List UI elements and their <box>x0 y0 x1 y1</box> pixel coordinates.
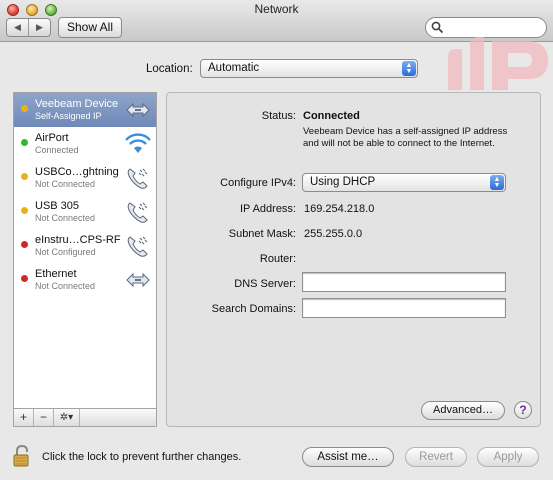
service-status: Not Connected <box>35 179 96 189</box>
ethernet-icon <box>126 272 150 288</box>
configure-ipv4-value: Using DHCP <box>310 176 376 188</box>
service-item-einstru[interactable]: eInstru…CPS-RF Not Configured <box>14 229 156 263</box>
service-status: Self-Assigned IP <box>35 111 102 121</box>
select-arrows-icon: ▲ ▼ <box>490 175 504 190</box>
location-select[interactable]: Automatic ▲ ▼ <box>200 59 418 78</box>
revert-button[interactable]: Revert <box>405 447 467 467</box>
search-domains-field[interactable] <box>302 298 506 318</box>
service-name: USBCo…ghtning <box>35 166 119 178</box>
service-status: Not Connected <box>35 281 96 291</box>
select-arrows-icon: ▲ ▼ <box>402 61 416 76</box>
add-service-button[interactable]: + <box>14 409 34 426</box>
forward-button[interactable]: ▶ <box>28 19 50 36</box>
service-name: USB 305 <box>35 200 80 212</box>
status-dot <box>21 275 28 282</box>
location-label: Location: <box>146 63 193 75</box>
lock-icon[interactable] <box>12 444 32 468</box>
ethernet-icon <box>126 102 150 118</box>
status-dot <box>21 207 28 214</box>
service-status: Not Connected <box>35 213 96 223</box>
status-dot <box>21 139 28 146</box>
dns-server-label: DNS Server: <box>234 278 296 290</box>
search-field[interactable] <box>425 17 547 38</box>
service-name: AirPort <box>35 132 69 144</box>
back-button[interactable]: ◀ <box>7 19 28 36</box>
service-name: Veebeam Device <box>35 98 119 110</box>
window-title: Network <box>254 2 299 16</box>
status-label: Status: <box>261 110 296 122</box>
title-bar: Network ◀ ▶ Show All <box>0 0 553 42</box>
router-label: Router: <box>259 253 296 265</box>
status-description: Veebeam Device has a self-assigned IP ad… <box>303 126 508 149</box>
watermark-logo <box>448 37 548 90</box>
configure-ipv4-label: Configure IPv4: <box>220 177 296 189</box>
status-dot <box>21 173 28 180</box>
search-domains-label: Search Domains: <box>211 303 296 315</box>
subnet-mask-value: 255.255.0.0 <box>304 228 363 240</box>
services-list: Veebeam Device Self-Assigned IP AirPort … <box>13 92 157 409</box>
service-name: eInstru…CPS-RF <box>35 234 121 246</box>
wifi-icon <box>125 133 151 153</box>
status-dot <box>21 241 28 248</box>
phone-icon <box>127 236 148 257</box>
lock-message: Click the lock to prevent further change… <box>42 451 242 463</box>
configure-ipv4-select[interactable]: Using DHCP ▲ ▼ <box>302 173 506 192</box>
help-button[interactable]: ? <box>514 401 532 419</box>
service-item-veebeam[interactable]: Veebeam Device Self-Assigned IP <box>14 93 156 127</box>
phone-icon <box>127 168 148 189</box>
apply-button[interactable]: Apply <box>477 447 539 467</box>
back-forward-control: ◀ ▶ <box>6 18 51 37</box>
location-value: Automatic <box>208 62 260 74</box>
assist-me-button[interactable]: Assist me… <box>302 447 394 467</box>
service-item-ethernet[interactable]: Ethernet Not Connected <box>14 263 156 297</box>
services-controls: + − ✲▾ <box>13 408 157 427</box>
show-all-button[interactable]: Show All <box>58 17 122 38</box>
remove-service-button[interactable]: − <box>34 409 54 426</box>
service-item-usbco[interactable]: USBCo…ghtning Not Connected <box>14 161 156 195</box>
action-menu-button[interactable]: ✲▾ <box>54 409 80 426</box>
service-name: Ethernet <box>35 268 77 280</box>
search-icon <box>431 21 444 34</box>
service-item-airport[interactable]: AirPort Connected <box>14 127 156 161</box>
ip-address-value: 169.254.218.0 <box>304 203 375 215</box>
service-item-usb305[interactable]: USB 305 Not Connected <box>14 195 156 229</box>
dns-server-field[interactable] <box>302 272 506 292</box>
phone-icon <box>127 202 148 223</box>
service-status: Not Configured <box>35 247 96 257</box>
service-status: Connected <box>35 145 79 155</box>
ip-address-label: IP Address: <box>239 203 296 215</box>
advanced-button[interactable]: Advanced… <box>421 401 505 420</box>
status-dot <box>21 105 28 112</box>
status-value: Connected <box>303 110 360 122</box>
subnet-mask-label: Subnet Mask: <box>228 228 296 240</box>
